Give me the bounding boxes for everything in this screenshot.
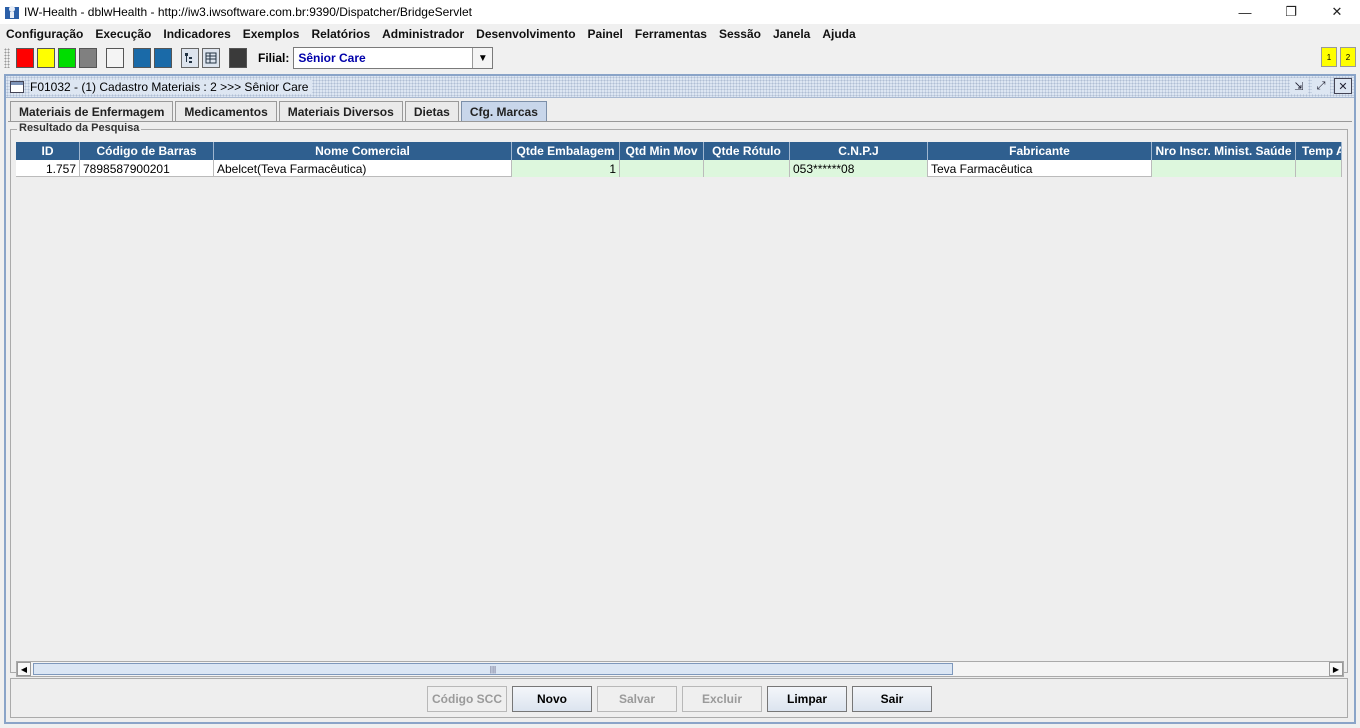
menu-ajuda[interactable]: Ajuda [816,27,861,41]
maximize-frame-icon[interactable]: ⤢ [1312,78,1330,94]
menu-sessao[interactable]: Sessão [713,27,767,41]
workspace-2-button[interactable]: 2 [1340,47,1356,67]
filial-label: Filial: [258,51,290,65]
tab-dietas[interactable]: Dietas [404,101,459,122]
column-header-codigo-barras[interactable]: Código de Barras [80,142,214,160]
minimize-frame-icon[interactable]: ⇲ [1290,78,1308,94]
group-title: Resultado da Pesquisa [17,122,142,134]
internal-frame: F01032 - (1) Cadastro Materiais : 2 >>> … [4,74,1356,724]
tab-medicamentos[interactable]: Medicamentos [175,101,277,122]
button-panel: Código SCC Novo Salvar Excluir Limpar Sa… [10,678,1348,718]
cell-temp[interactable] [1296,160,1342,177]
column-header-qtd-min-mov[interactable]: Qtd Min Mov [620,142,704,160]
tree-view-icon[interactable] [181,48,199,68]
cell-codigo-barras[interactable]: 7898587900201 [80,160,214,177]
table-header: ID Código de Barras Nome Comercial Qtde … [16,142,1342,160]
results-table: ID Código de Barras Nome Comercial Qtde … [16,142,1342,177]
column-header-id[interactable]: ID [16,142,80,160]
scrollbar-track[interactable]: ||| [31,662,1329,676]
cell-id[interactable]: 1.757 [16,160,80,177]
menu-bar: Configuração Execução Indicadores Exempl… [0,24,1360,44]
color-gray-button[interactable] [79,48,97,68]
table-row[interactable]: 1.757 7898587900201 Abelcet(Teva Farmacê… [16,160,1342,177]
menu-indicadores[interactable]: Indicadores [157,27,236,41]
column-header-nome-comercial[interactable]: Nome Comercial [214,142,512,160]
results-groupbox: Resultado da Pesquisa ID Código de Barra… [10,122,1348,677]
color-yellow-button[interactable] [37,48,55,68]
horizontal-scrollbar[interactable]: ◀ ||| ▶ [16,661,1344,677]
cell-fabricante[interactable]: Teva Farmacêutica [928,160,1152,177]
tab-materiais-diversos[interactable]: Materiais Diversos [278,101,403,122]
toolbar: Filial: Sênior Care ▼ 1 2 [0,44,1360,72]
menu-configuracao[interactable]: Configuração [0,27,89,41]
chevron-down-icon[interactable]: ▼ [472,48,493,68]
menu-janela[interactable]: Janela [767,27,816,41]
cell-qtde-rotulo[interactable] [704,160,790,177]
codigo-scc-button[interactable]: Código SCC [427,686,507,712]
frame-title: F01032 - (1) Cadastro Materiais : 2 >>> … [30,79,313,94]
minimize-button[interactable]: — [1222,0,1268,24]
sair-button[interactable]: Sair [852,686,932,712]
column-header-qtde-embalagem[interactable]: Qtde Embalagem [512,142,620,160]
toolbar-grip[interactable] [4,48,10,68]
close-button[interactable]: ✕ [1314,0,1360,24]
limpar-button[interactable]: Limpar [767,686,847,712]
novo-button[interactable]: Novo [512,686,592,712]
restore-button[interactable]: ❐ [1268,0,1314,24]
menu-desenvolvimento[interactable]: Desenvolvimento [470,27,581,41]
excluir-button[interactable]: Excluir [682,686,762,712]
workspace-1-button[interactable]: 1 [1321,47,1337,67]
column-header-nro-inscr[interactable]: Nro Inscr. Minist. Saúde [1152,142,1296,160]
window-title: IW-Health - dblwHealth - http://iw3.iwso… [24,5,472,19]
frame-titlebar[interactable]: F01032 - (1) Cadastro Materiais : 2 >>> … [6,76,1354,98]
color-blue-button[interactable] [133,48,151,68]
menu-exemplos[interactable]: Exemplos [237,27,306,41]
cell-cnpj[interactable]: 053******08 [790,160,928,177]
color-blue-2-button[interactable] [154,48,172,68]
cell-qtde-embalagem[interactable]: 1 [512,160,620,177]
menu-painel[interactable]: Painel [582,27,629,41]
column-header-fabricante[interactable]: Fabricante [928,142,1152,160]
tab-materiais-enfermagem[interactable]: Materiais de Enfermagem [10,101,174,122]
tab-bar: Materiais de Enfermagem Medicamentos Mat… [10,101,549,122]
menu-administrador[interactable]: Administrador [376,27,470,41]
tab-cfg-marcas[interactable]: Cfg. Marcas [460,101,547,122]
scroll-left-icon[interactable]: ◀ [17,662,31,676]
app-logo-icon [4,4,20,20]
filial-select[interactable]: Sênior Care ▼ [293,47,494,69]
column-header-temp[interactable]: Temp A [1296,142,1342,160]
column-header-qtde-rotulo[interactable]: Qtde Rótulo [704,142,790,160]
color-white-button[interactable] [106,48,124,68]
scrollbar-thumb[interactable]: ||| [33,663,953,675]
grid-view-icon[interactable] [202,48,220,68]
cell-nome-comercial[interactable]: Abelcet(Teva Farmacêutica) [214,160,512,177]
window-icon [10,80,24,93]
cell-qtd-min-mov[interactable] [620,160,704,177]
filial-selected-value: Sênior Care [298,51,366,65]
color-dark-button[interactable] [229,48,247,68]
column-header-cnpj[interactable]: C.N.P.J [790,142,928,160]
cell-nro-inscr[interactable] [1152,160,1296,177]
menu-relatorios[interactable]: Relatórios [305,27,376,41]
menu-execucao[interactable]: Execução [89,27,157,41]
window-titlebar: IW-Health - dblwHealth - http://iw3.iwso… [0,0,1360,24]
color-red-button[interactable] [16,48,34,68]
color-green-button[interactable] [58,48,76,68]
salvar-button[interactable]: Salvar [597,686,677,712]
scroll-right-icon[interactable]: ▶ [1329,662,1343,676]
menu-ferramentas[interactable]: Ferramentas [629,27,713,41]
close-frame-icon[interactable]: ✕ [1334,78,1352,94]
